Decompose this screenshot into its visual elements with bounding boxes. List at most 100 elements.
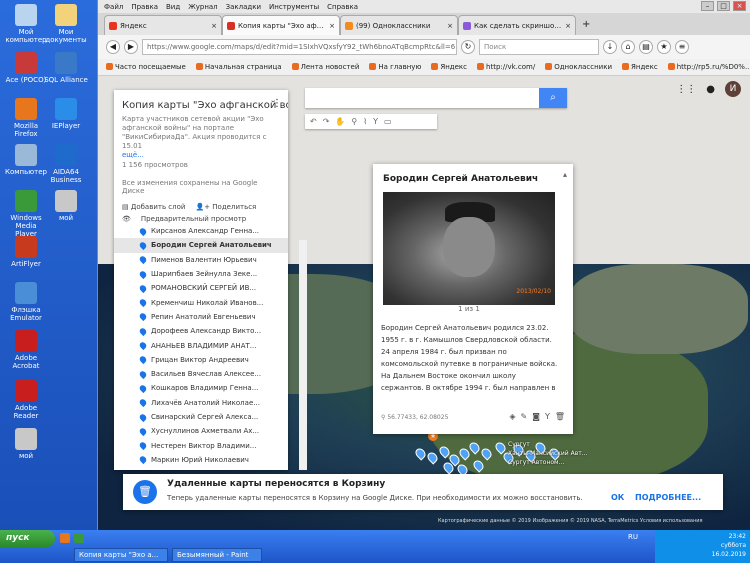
- desktop-icon[interactable]: мой: [4, 428, 48, 460]
- minimize-button[interactable]: –: [701, 1, 714, 11]
- redo-icon[interactable]: ↷: [323, 117, 330, 126]
- address-bar[interactable]: https://www.google.com/maps/d/edit?mid=1…: [142, 39, 457, 55]
- desktop-icon[interactable]: Mozilla Firefox: [4, 98, 48, 138]
- bookmark-item[interactable]: http://rp5.ru/%D0%...: [668, 63, 750, 71]
- route-icon[interactable]: Y: [373, 117, 378, 126]
- scroll-up-icon[interactable]: ▴: [563, 170, 567, 179]
- list-item[interactable]: Шарипбаев Зейнулла Зеке...: [114, 267, 288, 281]
- menu-item[interactable]: Журнал: [188, 3, 217, 11]
- edit-icon[interactable]: ✎: [520, 412, 527, 421]
- menu-item[interactable]: Закладки: [226, 3, 261, 11]
- forward-icon[interactable]: ▶: [124, 40, 138, 54]
- taskbar-firefox-button[interactable]: Копия карты "Эхо а...: [74, 548, 168, 562]
- desktop-icon[interactable]: мой: [44, 190, 88, 222]
- home-icon[interactable]: ⌂: [621, 40, 635, 54]
- map-area[interactable]: ⌕ ↶ ↷ ✋ ⚲ ⌇ Y ▭ ⋮⋮ ● И Копия карты "Эхо …: [98, 76, 750, 530]
- desktop-icon[interactable]: Adobe Reader: [4, 380, 48, 420]
- list-item[interactable]: АНАНЬЕВ ВЛАДИМИР АНАТ...: [114, 338, 288, 352]
- share-button[interactable]: 👤+ Поделиться: [195, 203, 256, 211]
- list-item[interactable]: Грицан Виктор Андреевич: [114, 353, 288, 367]
- bookmark-item[interactable]: Лента новостей: [292, 63, 360, 71]
- back-icon[interactable]: ◀: [106, 40, 120, 54]
- tab-close-icon[interactable]: ×: [565, 22, 571, 30]
- download-icon[interactable]: ↓: [603, 40, 617, 54]
- undo-icon[interactable]: ↶: [310, 117, 317, 126]
- bookmark-item[interactable]: Яндекс: [622, 63, 658, 71]
- list-item[interactable]: Дорофеев Александр Викто...: [114, 324, 288, 338]
- language-indicator[interactable]: RU: [628, 533, 638, 541]
- menu-item[interactable]: Файл: [104, 3, 123, 11]
- close-button[interactable]: ×: [733, 1, 746, 11]
- desktop-icon[interactable]: Мой компьютер: [4, 4, 48, 44]
- browser-tab[interactable]: Копия карты "Эхо афганск...×: [222, 15, 340, 35]
- notifications-icon[interactable]: ●: [706, 84, 715, 95]
- bookmark-item[interactable]: Часто посещаемые: [106, 63, 186, 71]
- list-item[interactable]: Кирсанов Александр Генна...: [114, 224, 288, 238]
- more-link[interactable]: ещё...: [114, 151, 288, 159]
- map-search-input[interactable]: [305, 88, 567, 108]
- desktop-icon[interactable]: AIDA64 Business: [44, 144, 88, 184]
- new-tab-icon[interactable]: +: [582, 19, 590, 30]
- bookmark-item[interactable]: На главную: [369, 63, 421, 71]
- list-item[interactable]: Репин Анатолий Евгеньевич: [114, 310, 288, 324]
- list-item[interactable]: Лихачёв Анатолий Николае...: [114, 396, 288, 410]
- camera-icon[interactable]: ◙: [532, 412, 540, 421]
- browser-search-input[interactable]: Поиск: [479, 39, 599, 55]
- list-item[interactable]: Бородин Сергей Анатольевич: [114, 238, 288, 253]
- directions-icon[interactable]: Y: [545, 412, 550, 421]
- desktop-icon[interactable]: ArtiFlyer: [4, 236, 48, 268]
- desktop-icon[interactable]: Ace (POCO): [4, 52, 48, 84]
- place-photo[interactable]: 2013/02/10: [383, 192, 555, 305]
- desktop-icon[interactable]: IEPlayer: [44, 98, 88, 130]
- browser-tab[interactable]: Яндекс ×: [104, 15, 222, 35]
- bookmark-item[interactable]: Начальная страница: [196, 63, 282, 71]
- list-item[interactable]: Нестерен Виктор Владими...: [114, 438, 288, 452]
- search-icon[interactable]: ⌕: [539, 88, 567, 108]
- desktop-icon[interactable]: Компьютер: [4, 144, 48, 176]
- list-item[interactable]: Кошкаров Владимир Генна...: [114, 381, 288, 395]
- start-button[interactable]: пуск: [0, 530, 55, 547]
- clock-time[interactable]: 23:42: [659, 532, 746, 541]
- list-item[interactable]: Маркин Юрий Николаевич: [114, 453, 288, 467]
- desktop-icon[interactable]: Мои документы: [44, 4, 88, 44]
- panel-menu-icon[interactable]: ⋮: [272, 98, 282, 109]
- list-item[interactable]: Свинарский Сергей Алекса...: [114, 410, 288, 424]
- library-icon[interactable]: ▤: [639, 40, 653, 54]
- desktop-icon[interactable]: SQL Alliance: [44, 52, 88, 84]
- list-item[interactable]: Пименов Валентин Юрьевич: [114, 253, 288, 267]
- hand-icon[interactable]: ✋: [335, 117, 345, 126]
- tab-close-icon[interactable]: ×: [447, 22, 453, 30]
- bookmark-item[interactable]: http://vk.com/: [477, 63, 535, 71]
- reload-icon[interactable]: ↻: [461, 40, 475, 54]
- menu-item[interactable]: Правка: [131, 3, 158, 11]
- maximize-button[interactable]: □: [717, 1, 730, 11]
- list-item[interactable]: РОМАНОВСКИЙ СЕРГЕЙ ИВ...: [114, 281, 288, 295]
- ok-button[interactable]: ОК: [611, 493, 624, 502]
- ruler-icon[interactable]: ▭: [384, 117, 392, 126]
- menu-item[interactable]: Вид: [166, 3, 180, 11]
- avatar[interactable]: И: [725, 81, 741, 97]
- menu-icon[interactable]: ≡: [675, 40, 689, 54]
- tab-close-icon[interactable]: ×: [329, 22, 335, 30]
- bookmark-item[interactable]: Одноклассники: [545, 63, 612, 71]
- panel-scrollbar[interactable]: [299, 240, 307, 470]
- menu-item[interactable]: Справка: [327, 3, 358, 11]
- taskbar-paint-button[interactable]: Безымянный - Paint: [172, 548, 262, 562]
- bookmark-item[interactable]: Яндекс: [431, 63, 467, 71]
- list-item[interactable]: Хуснуллинов Ахметвали Ах...: [114, 424, 288, 438]
- browser-tab[interactable]: (99) Одноклассники ×: [340, 15, 458, 35]
- list-item[interactable]: Васильев Вячеслав Алексее...: [114, 367, 288, 381]
- draw-line-icon[interactable]: ⌇: [363, 117, 367, 126]
- menu-item[interactable]: Инструменты: [269, 3, 319, 11]
- firefox-quicklaunch-icon[interactable]: [60, 533, 70, 543]
- style-icon[interactable]: ◈: [509, 412, 515, 421]
- desktop-icon[interactable]: Флэшка Emulator: [4, 282, 48, 322]
- bookmark-star-icon[interactable]: ★: [657, 40, 671, 54]
- tab-close-icon[interactable]: ×: [211, 22, 217, 30]
- map-title[interactable]: Копия карты "Эхо афганской во...: [114, 90, 288, 115]
- desktop-icon[interactable]: Windows Media Player: [4, 190, 48, 238]
- desktop-icon[interactable]: Adobe Acrobat: [4, 330, 48, 370]
- media-quicklaunch-icon[interactable]: [74, 533, 84, 543]
- apps-grid-icon[interactable]: ⋮⋮: [676, 84, 696, 95]
- delete-icon[interactable]: 🗑: [555, 412, 565, 421]
